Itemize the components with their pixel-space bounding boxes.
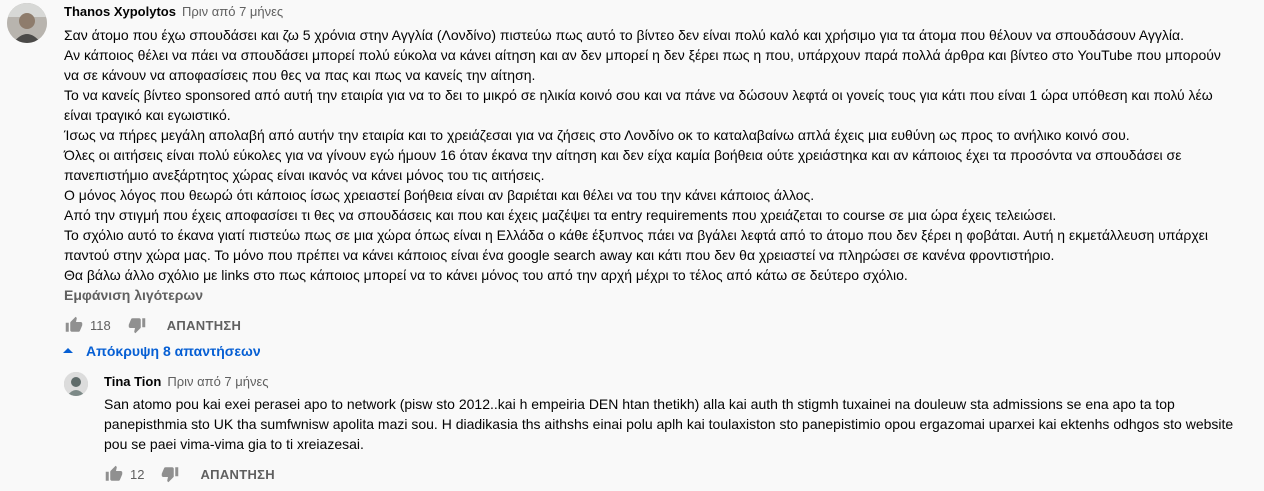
comment-paragraph: Το να κανείς βίντεο sponsored από αυτή τ…: [64, 87, 1213, 123]
show-less-button[interactable]: Εμφάνιση λιγότερων: [64, 287, 203, 303]
hide-replies-button[interactable]: Απόκρυψη 8 απαντήσεων: [62, 343, 261, 359]
reply-button[interactable]: ΑΠΑΝΤΗΣΗ: [200, 467, 274, 482]
comment-paragraph: Ίσως να πήρες μεγάλη απολαβή από αυτήν τ…: [64, 127, 1130, 143]
comment-body: Σαν άτομο που έχω σπουδάσει και ζω 5 χρό…: [64, 25, 1236, 285]
like-count: 12: [130, 466, 145, 482]
comment-paragraph: Θα βάλω άλλο σχόλιο με links στο πως κάπ…: [64, 267, 908, 283]
author-name[interactable]: Thanos Xypolytos: [64, 4, 176, 19]
comment-paragraph: Το σχόλιο αυτό το έκανα γιατί πιστεύω πω…: [64, 227, 1209, 263]
thumb-down-icon[interactable]: [127, 315, 147, 335]
thumb-up-icon[interactable]: [64, 315, 84, 335]
reply-header: Tina Tion Πριν από 7 μήνες: [104, 374, 269, 389]
comment-thread: Thanos Xypolytos Πριν από 7 μήνες Σαν άτο…: [0, 0, 1264, 340]
reply-button[interactable]: ΑΠΑΝΤΗΣΗ: [167, 318, 241, 333]
avatar[interactable]: [7, 3, 47, 43]
reply-actions: 12 ΑΠΑΝΤΗΣΗ: [104, 464, 275, 484]
like-count: 118: [90, 317, 111, 333]
author-name[interactable]: Tina Tion: [104, 374, 161, 389]
comment-time[interactable]: Πριν από 7 μήνες: [182, 4, 283, 19]
reply-paragraph: San atomo pou kai exei perasei apo to ne…: [104, 396, 1234, 452]
comment-actions: 118 ΑΠΑΝΤΗΣΗ: [64, 315, 241, 335]
thumb-down-icon[interactable]: [160, 464, 180, 484]
thumb-up-icon[interactable]: [104, 464, 124, 484]
avatar[interactable]: [64, 372, 88, 396]
reply-thread: Tina Tion Πριν από 7 μήνες San atomo pou …: [0, 368, 1264, 491]
reply-body: San atomo pou kai exei perasei apo to ne…: [104, 394, 1244, 454]
reply-time[interactable]: Πριν από 7 μήνες: [167, 374, 268, 389]
comment-header: Thanos Xypolytos Πριν από 7 μήνες: [64, 4, 283, 19]
comment-paragraph: Αν κάποιος θέλει να πάει να σπουδάσει μπ…: [64, 47, 1221, 83]
comment-paragraph: Σαν άτομο που έχω σπουδάσει και ζω 5 χρό…: [64, 27, 1184, 43]
comment-paragraph: Όλες οι αιτήσεις είναι πολύ εύκολες για …: [64, 147, 1182, 183]
chevron-up-icon: [62, 345, 74, 357]
comment-paragraph: Από την στιγμή που έχεις αποφασίσει τι θ…: [64, 207, 1057, 223]
hide-replies-label: Απόκρυψη 8 απαντήσεων: [86, 343, 261, 359]
comment-paragraph: Ο μόνος λόγος που θεωρώ ότι κάποιος ίσως…: [64, 187, 815, 203]
